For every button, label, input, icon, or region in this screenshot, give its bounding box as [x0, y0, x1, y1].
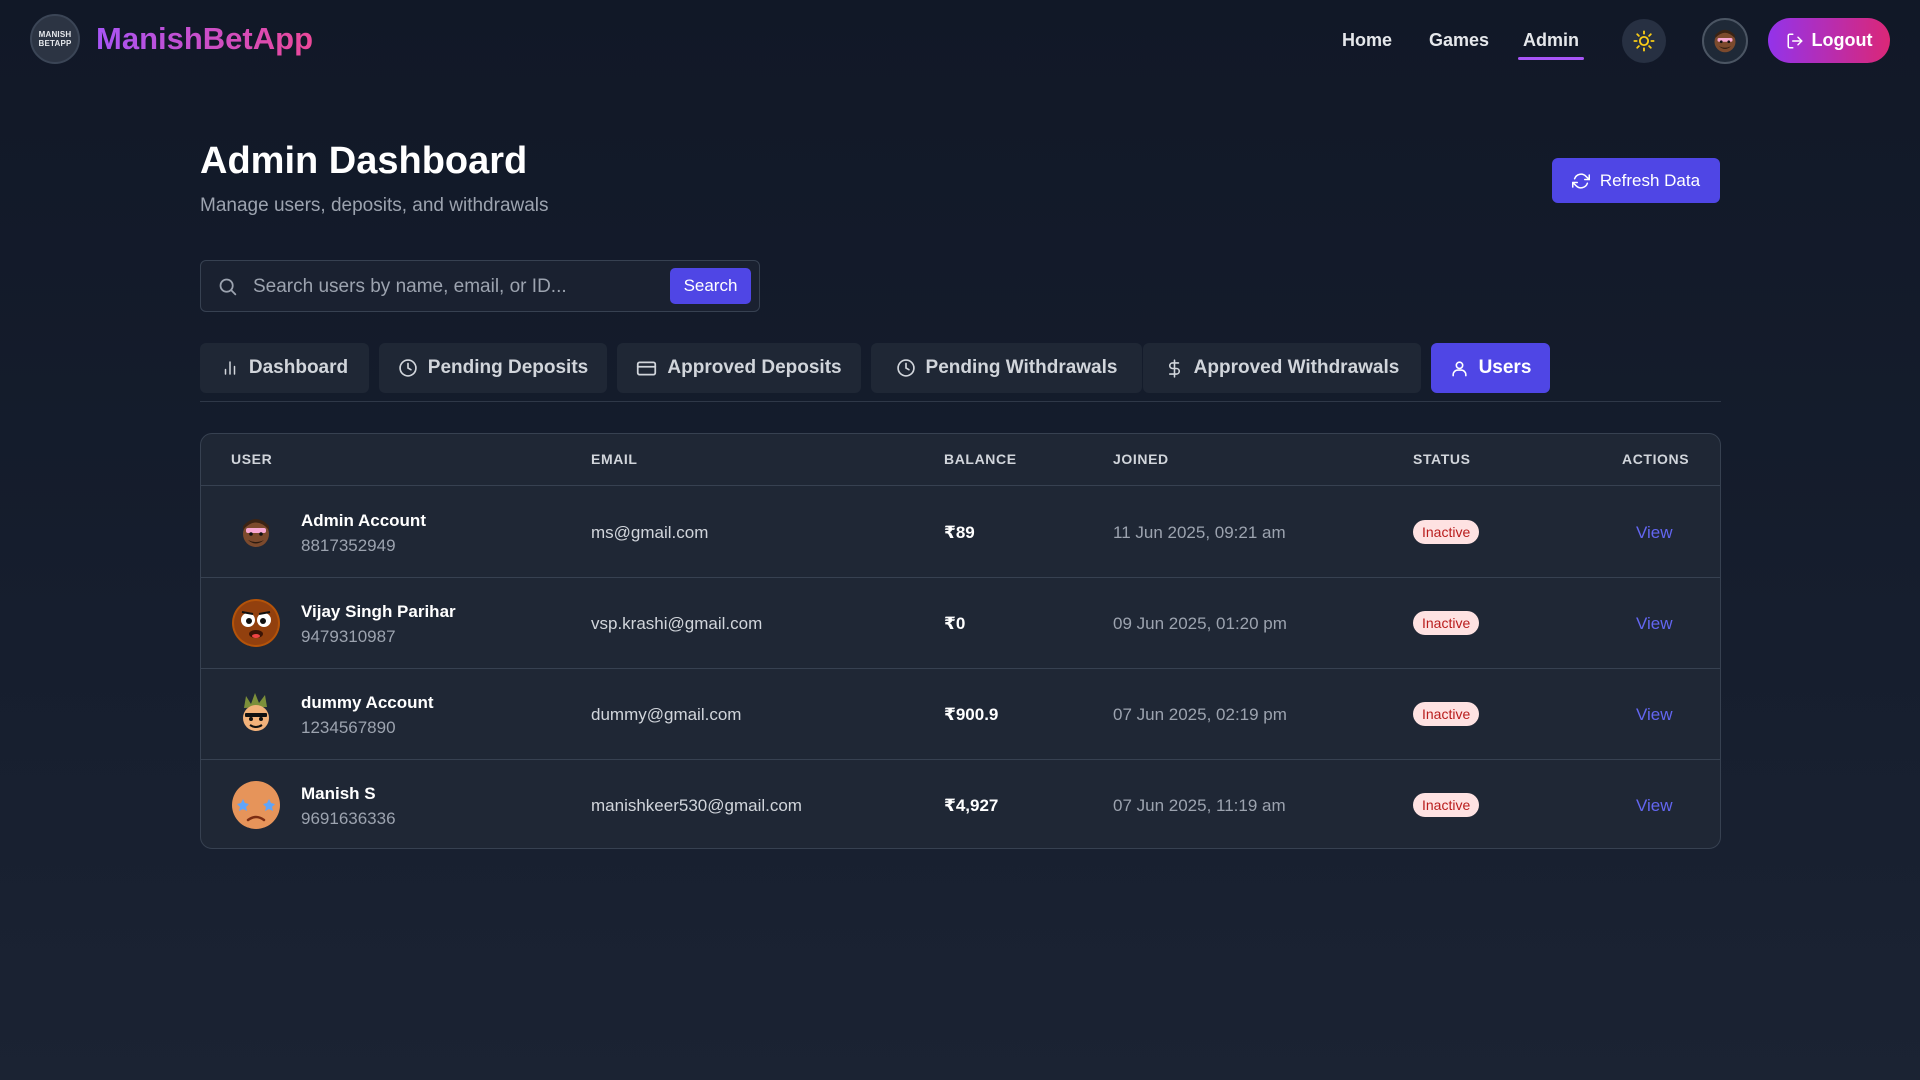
- status-badge: Inactive: [1413, 702, 1480, 726]
- tab-approved-withdrawals[interactable]: Approved Withdrawals: [1143, 343, 1421, 393]
- column-header-actions: ACTIONS: [1622, 451, 1690, 467]
- tab-approved-withdrawals-label: Approved Withdrawals: [1193, 357, 1400, 378]
- status-badge: Inactive: [1413, 793, 1480, 817]
- tab-dashboard-label: Dashboard: [248, 357, 349, 378]
- user-email: vsp.krashi@gmail.com: [591, 614, 763, 633]
- tab-users-label: Users: [1478, 357, 1532, 378]
- user-email: dummy@gmail.com: [591, 705, 742, 724]
- view-user-link[interactable]: View: [1636, 614, 1673, 634]
- brand-logo-line1: MANISH: [38, 30, 72, 39]
- column-header-joined: JOINED: [1113, 451, 1169, 467]
- table-row: Vijay Singh Parihar 9479310987 vsp.krash…: [201, 578, 1720, 669]
- user-balance: ₹89: [944, 523, 975, 542]
- user-phone: 1234567890: [301, 718, 396, 737]
- avatar: [1714, 29, 1736, 53]
- nav-games[interactable]: Games: [1429, 30, 1489, 51]
- user-joined-date: 07 Jun 2025, 02:19 pm: [1113, 705, 1287, 724]
- refresh-data-label: Refresh Data: [1599, 170, 1701, 190]
- tab-pending-deposits-label: Pending Deposits: [427, 357, 589, 378]
- theme-toggle-button[interactable]: [1622, 19, 1666, 63]
- search-input[interactable]: [251, 271, 661, 303]
- column-header-status: STATUS: [1413, 451, 1471, 467]
- tab-users[interactable]: Users: [1431, 343, 1550, 393]
- brand-logo: MANISH BETAPP: [30, 14, 80, 64]
- users-table: USER EMAIL BALANCE JOINED STATUS ACTIONS…: [200, 433, 1721, 849]
- table-row: dummy Account 1234567890 dummy@gmail.com…: [201, 669, 1720, 760]
- tab-pending-deposits[interactable]: Pending Deposits: [379, 343, 607, 393]
- brand-logo-line2: BETAPP: [38, 39, 72, 48]
- dollar-icon: [1168, 358, 1180, 378]
- table-row: Admin Account 8817352949 ms@gmail.com ₹8…: [201, 487, 1720, 578]
- user-icon: [1451, 360, 1467, 376]
- user-balance: ₹4,927: [944, 796, 999, 815]
- credit-card-icon: [637, 361, 657, 375]
- avatar: [231, 780, 281, 830]
- clock-icon: [399, 359, 417, 377]
- nav-home[interactable]: Home: [1342, 30, 1392, 51]
- column-header-user: USER: [231, 451, 273, 467]
- sun-icon: [1633, 30, 1655, 52]
- nav-admin[interactable]: Admin: [1518, 30, 1584, 60]
- user-joined-date: 09 Jun 2025, 01:20 pm: [1113, 614, 1287, 633]
- refresh-icon: [1571, 172, 1590, 189]
- tab-approved-deposits[interactable]: Approved Deposits: [617, 343, 861, 393]
- brand[interactable]: MANISH BETAPP ManishBetApp: [30, 14, 313, 64]
- tab-pending-withdrawals-label: Pending Withdrawals: [925, 357, 1118, 378]
- logout-icon: [1787, 33, 1802, 48]
- tab-approved-deposits-label: Approved Deposits: [667, 357, 842, 378]
- user-joined-date: 07 Jun 2025, 11:19 am: [1113, 796, 1286, 815]
- user-name: Admin Account: [301, 511, 426, 530]
- refresh-data-button[interactable]: Refresh Data: [1552, 158, 1720, 203]
- user-phone: 9691636336: [301, 809, 396, 828]
- profile-avatar-button[interactable]: [1702, 18, 1748, 64]
- user-name: Vijay Singh Parihar: [301, 602, 456, 621]
- tab-pending-withdrawals[interactable]: Pending Withdrawals: [871, 343, 1142, 393]
- user-phone: 9479310987: [301, 627, 396, 646]
- view-user-link[interactable]: View: [1636, 523, 1673, 543]
- search-icon: [217, 276, 238, 302]
- avatar: [231, 507, 281, 557]
- column-header-email: EMAIL: [591, 451, 638, 467]
- view-user-link[interactable]: View: [1636, 796, 1673, 816]
- avatar: [231, 598, 281, 648]
- clock-icon: [896, 359, 915, 377]
- avatar: [231, 689, 281, 739]
- table-row: Manish S 9691636336 manishkeer530@gmail.…: [201, 760, 1720, 848]
- logout-label: Logout: [1811, 30, 1873, 50]
- user-balance: ₹900.9: [944, 705, 999, 724]
- search-bar: Search: [200, 260, 760, 312]
- bar-chart-icon: [224, 361, 236, 375]
- tab-dashboard[interactable]: Dashboard: [200, 343, 369, 393]
- column-header-balance: BALANCE: [944, 451, 1017, 467]
- user-name: dummy Account: [301, 693, 434, 712]
- tabs-divider: [200, 401, 1721, 402]
- user-phone: 8817352949: [301, 536, 396, 555]
- user-email: manishkeer530@gmail.com: [591, 796, 802, 815]
- user-balance: ₹0: [944, 614, 966, 633]
- user-joined-date: 11 Jun 2025, 09:21 am: [1113, 523, 1286, 542]
- table-header: USER EMAIL BALANCE JOINED STATUS ACTIONS: [201, 434, 1720, 486]
- status-badge: Inactive: [1413, 520, 1480, 544]
- logout-button[interactable]: Logout: [1768, 18, 1890, 63]
- user-name: Manish S: [301, 784, 376, 803]
- view-user-link[interactable]: View: [1636, 705, 1673, 725]
- page-subtitle: Manage users, deposits, and withdrawals: [200, 195, 549, 216]
- search-button[interactable]: Search: [670, 268, 751, 304]
- top-navbar: MANISH BETAPP ManishBetApp Home Games Ad…: [0, 0, 1920, 82]
- page-title: Admin Dashboard: [200, 140, 528, 182]
- status-badge: Inactive: [1413, 611, 1480, 635]
- brand-name: ManishBetApp: [96, 21, 313, 56]
- user-email: ms@gmail.com: [591, 523, 709, 542]
